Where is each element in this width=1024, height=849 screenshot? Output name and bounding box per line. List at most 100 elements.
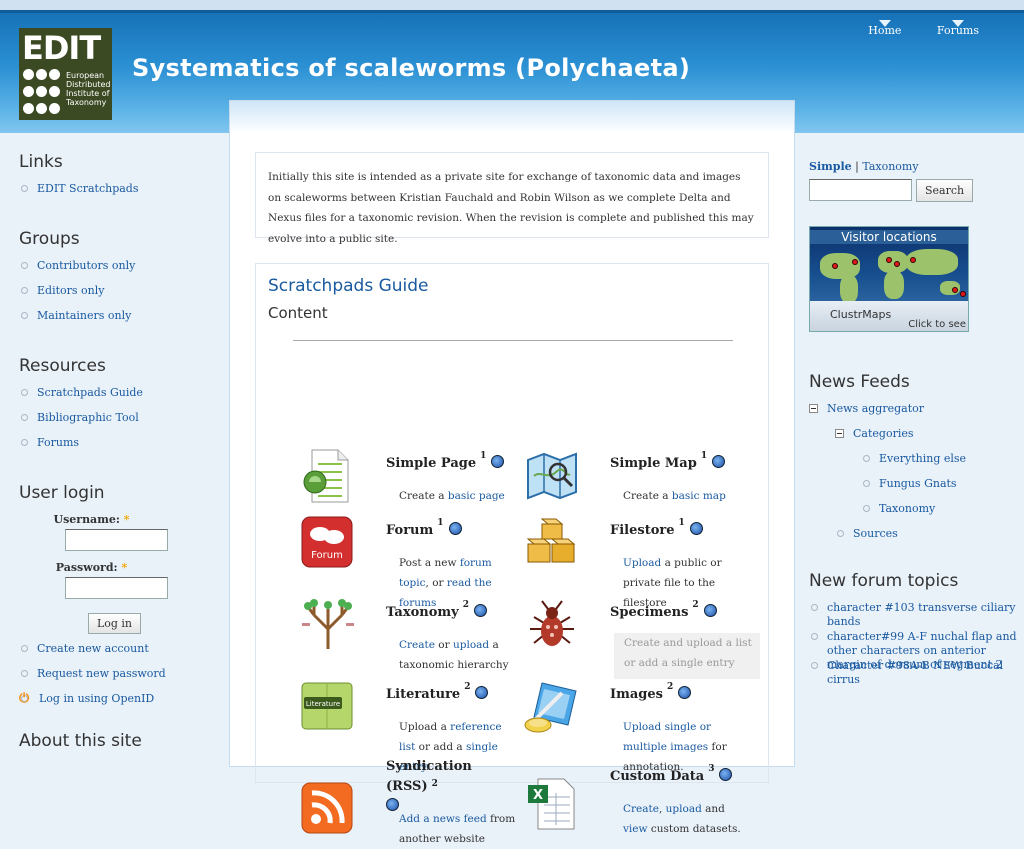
tab-simple[interactable]: Simple — [809, 160, 852, 173]
password-input[interactable] — [65, 577, 168, 599]
tab-taxonomy[interactable]: Taxonomy — [862, 160, 918, 173]
scratchpads-guide: Scratchpads Guide Content Simple Page 1 C… — [255, 263, 769, 845]
login-block: User login Username: * Password: * Log i… — [19, 483, 219, 717]
forum-topic-link[interactable]: Character #98A-B NEW Buccal cirrus — [827, 659, 1003, 686]
item-name: Taxonomy — [386, 605, 459, 620]
item-desc-link[interactable]: Create — [399, 639, 435, 651]
magnify-icon[interactable] — [491, 455, 505, 468]
resources-block: Resources Scratchpads Guide Bibliographi… — [19, 356, 219, 461]
group-editors[interactable]: Editors only — [37, 284, 104, 297]
search-form: Search — [809, 179, 1019, 202]
page-icon — [303, 449, 349, 503]
item-desc-link[interactable]: upload — [453, 639, 489, 651]
item-desc: Create or upload a taxonomic hierarchy — [399, 639, 509, 671]
login-form: Username: * Password: * Log in — [19, 513, 168, 634]
svg-text:Literature: Literature — [306, 700, 340, 708]
sources-link[interactable]: Sources — [853, 527, 898, 540]
group-contributors[interactable]: Contributors only — [37, 259, 135, 272]
item-name: Filestore — [610, 523, 675, 538]
search-input[interactable] — [809, 179, 912, 201]
nav-forums[interactable]: Forums — [937, 20, 979, 37]
magnify-icon[interactable] — [678, 686, 692, 699]
content-title: Content — [268, 304, 328, 322]
guide-item-literature: Literature Literature 2 Upload a referenc… — [298, 675, 523, 773]
item-desc-link[interactable]: Upload single or multiple images — [623, 721, 711, 753]
categories-link[interactable]: Categories — [853, 427, 914, 440]
resource-bibliographic-tool[interactable]: Bibliographic Tool — [37, 411, 139, 424]
username-input[interactable] — [65, 529, 168, 551]
right-sidebar: Simple | Taxonomy Search Visitor locatio… — [809, 160, 1019, 706]
guide-item-specimens: Specimens 2 Create and upload a list or a… — [522, 593, 760, 679]
item-desc: Add a news feed from another website — [399, 813, 516, 845]
login-button[interactable]: Log in — [87, 613, 142, 634]
collapse-icon[interactable] — [809, 404, 818, 413]
link-edit-scratchpads[interactable]: EDIT Scratchpads — [37, 182, 139, 195]
magnify-icon[interactable] — [719, 768, 733, 781]
magnify-icon[interactable] — [386, 798, 399, 811]
item-desc-link[interactable]: basic map — [672, 490, 726, 502]
search-button[interactable]: Search — [916, 179, 974, 202]
clustrmaps-widget[interactable]: Visitor locations ClustrMaps Click to se… — [809, 226, 969, 332]
group-maintainers[interactable]: Maintainers only — [37, 309, 131, 322]
news-aggregator-link[interactable]: News aggregator — [827, 402, 924, 415]
request-password-link[interactable]: Request new password — [37, 667, 166, 680]
resource-forums[interactable]: Forums — [37, 436, 79, 449]
edit-logo[interactable]: EDIT European Distributed Institute of T… — [19, 28, 112, 120]
guide-item-custom-data: X Custom Data 3 Create, upload and view c… — [522, 757, 747, 837]
item-desc: Create a basic page — [399, 490, 505, 502]
category-taxonomy[interactable]: Taxonomy — [879, 502, 935, 515]
item-name: Forum — [386, 523, 434, 538]
groups-title: Groups — [19, 229, 80, 249]
about-title: About this site — [19, 731, 142, 751]
magnify-icon[interactable] — [475, 686, 489, 699]
resource-scratchpads-guide[interactable]: Scratchpads Guide — [37, 386, 143, 399]
item-desc-disabled: Create and upload a list or add a single… — [614, 633, 760, 679]
openid-icon: ⏻ — [19, 691, 30, 706]
magnify-icon[interactable] — [473, 604, 487, 617]
item-name: Syndication (RSS) — [386, 759, 472, 794]
spreadsheet-icon: X — [528, 778, 575, 830]
logo-subtitle: European Distributed Institute of Taxono… — [66, 71, 111, 107]
item-desc-link[interactable]: Upload — [623, 557, 661, 569]
item-name: Specimens — [610, 605, 689, 620]
login-title: User login — [19, 483, 105, 503]
category-fungus-gnats[interactable]: Fungus Gnats — [879, 477, 957, 490]
collapse-icon[interactable] — [835, 429, 844, 438]
nav-home[interactable]: Home — [868, 20, 901, 37]
logo-word: EDIT — [22, 29, 101, 67]
item-desc-link[interactable]: upload — [666, 803, 702, 815]
forum-topics-title: New forum topics — [809, 571, 959, 591]
news-feeds-block: News Feeds News aggregator Categories Ev… — [809, 372, 1019, 541]
guide-title[interactable]: Scratchpads Guide — [268, 276, 756, 296]
guide-item-filestore: Filestore 1 Upload a public or private fi… — [522, 511, 747, 609]
tree-icon — [302, 599, 354, 649]
item-desc-link[interactable]: basic page — [448, 490, 505, 502]
forum-icon: Forum — [301, 516, 353, 568]
magnify-icon[interactable] — [448, 522, 462, 535]
guide-item-syndication: Syndication (RSS) 2 Add a news feed from … — [298, 757, 523, 845]
clustr-title: Visitor locations — [810, 230, 968, 244]
item-desc-link[interactable]: Create — [623, 803, 659, 815]
site-name[interactable]: Systematics of scaleworms (Polychaeta) — [132, 54, 690, 82]
top-nav: Home Forums — [836, 20, 979, 37]
create-account-link[interactable]: Create new account — [37, 642, 149, 655]
search-tabs: Simple | Taxonomy — [809, 160, 919, 173]
magnify-icon[interactable] — [703, 604, 717, 617]
item-name: Custom Data — [610, 769, 705, 784]
news-feeds-title: News Feeds — [809, 372, 910, 392]
magnify-icon[interactable] — [689, 522, 703, 535]
main-content: Initially this site is intended as a pri… — [229, 100, 795, 845]
item-name: Simple Map — [610, 456, 697, 471]
item-desc-link[interactable]: view — [623, 823, 648, 835]
item-desc-link[interactable]: Add a news feed — [399, 813, 487, 825]
category-everything-else[interactable]: Everything else — [879, 452, 966, 465]
item-desc: Create a basic map — [623, 490, 726, 502]
openid-login-link[interactable]: Log in using OpenID — [39, 692, 154, 705]
svg-text:X: X — [533, 788, 543, 803]
item-desc: Create, upload and view custom datasets. — [623, 803, 741, 835]
guide-item-taxonomy: Taxonomy 2 Create or upload a taxonomic h… — [298, 593, 523, 673]
forum-topic-link[interactable]: character #103 transverse ciliary bands — [827, 601, 1016, 628]
username-label: Username: * — [53, 513, 130, 526]
magnify-icon[interactable] — [712, 455, 726, 468]
forum-topics-block: New forum topics character #103 transver… — [809, 571, 1019, 686]
